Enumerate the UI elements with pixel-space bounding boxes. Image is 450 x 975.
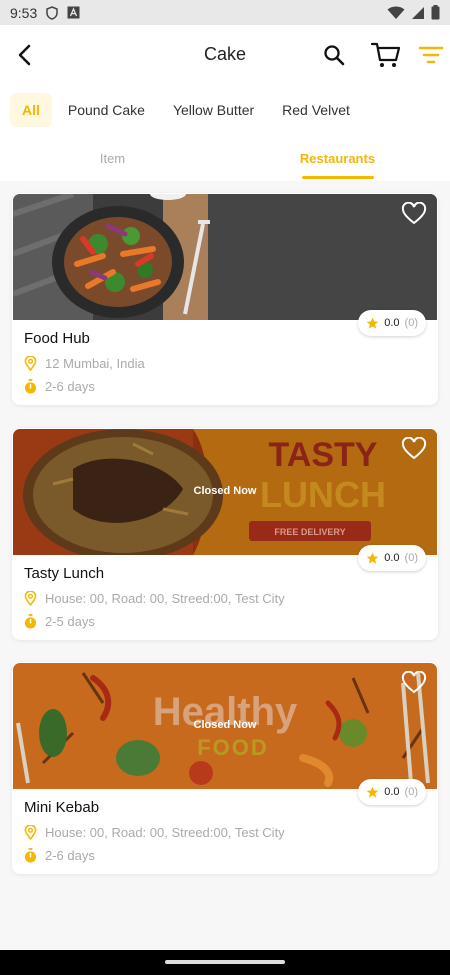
cart-button[interactable] bbox=[370, 39, 402, 71]
star-icon bbox=[366, 552, 379, 564]
chip-red-velvet[interactable]: Red Velvet bbox=[270, 93, 362, 127]
shield-icon bbox=[46, 5, 58, 20]
filter-icon bbox=[418, 46, 444, 64]
closed-status: Closed Now bbox=[193, 485, 257, 497]
tab-restaurants[interactable]: Restaurants bbox=[225, 135, 450, 181]
heart-icon bbox=[401, 671, 427, 694]
back-button[interactable] bbox=[12, 41, 40, 69]
rating-count: (0) bbox=[404, 786, 418, 798]
restaurant-card[interactable]: 0.0 (0) Food Hub 12 Mumbai, India 2-6 da… bbox=[12, 193, 438, 405]
chip-pound-cake[interactable]: Pound Cake bbox=[56, 93, 157, 127]
tab-bar: Item Restaurants bbox=[0, 135, 450, 181]
search-button[interactable] bbox=[320, 41, 348, 69]
home-handle[interactable] bbox=[165, 960, 285, 964]
location-pin-icon bbox=[24, 591, 37, 606]
delivery-time-text: 2-6 days bbox=[45, 848, 95, 863]
font-icon bbox=[67, 6, 80, 19]
closed-status: Closed Now bbox=[193, 719, 257, 731]
restaurant-address: 12 Mumbai, India bbox=[24, 356, 145, 371]
chip-yellow-butter[interactable]: Yellow Butter bbox=[161, 93, 266, 127]
rating-badge: 0.0 (0) bbox=[358, 779, 426, 805]
timer-icon bbox=[24, 848, 37, 863]
battery-icon bbox=[431, 5, 440, 20]
star-icon bbox=[366, 317, 379, 329]
delivery-time-text: 2-5 days bbox=[45, 614, 95, 629]
rating-value: 0.0 bbox=[384, 786, 400, 798]
favorite-button[interactable] bbox=[401, 437, 427, 461]
timer-icon bbox=[24, 379, 37, 394]
rating-value: 0.0 bbox=[384, 552, 400, 564]
restaurant-card[interactable]: Healthy FOOD Closed Now 0.0 (0) Mini Keb… bbox=[12, 662, 438, 874]
restaurant-name: Tasty Lunch bbox=[24, 565, 105, 582]
status-bar: 9:53 bbox=[0, 0, 450, 25]
system-nav-bar bbox=[0, 950, 450, 975]
location-pin-icon bbox=[24, 825, 37, 840]
search-icon bbox=[324, 45, 345, 66]
category-chips: All Pound Cake Yellow Butter Red Velvet bbox=[0, 85, 450, 135]
delivery-time-text: 2-6 days bbox=[45, 379, 95, 394]
favorite-button[interactable] bbox=[401, 202, 427, 226]
rating-count: (0) bbox=[404, 552, 418, 564]
banner-title: FOOD bbox=[197, 735, 269, 760]
restaurant-address: House: 00, Road: 00, Streed:00, Test Cit… bbox=[24, 825, 285, 840]
timer-icon bbox=[24, 614, 37, 629]
star-icon bbox=[366, 786, 379, 798]
filter-button[interactable] bbox=[418, 43, 444, 67]
address-text: 12 Mumbai, India bbox=[45, 356, 145, 371]
restaurant-delivery-time: 2-6 days bbox=[24, 379, 95, 394]
chip-all[interactable]: All bbox=[10, 93, 52, 127]
banner-title: TASTY bbox=[269, 436, 378, 474]
restaurant-delivery-time: 2-6 days bbox=[24, 848, 95, 863]
restaurant-card[interactable]: TASTY LUNCH FREE DELIVERY Closed Now 0.0… bbox=[12, 428, 438, 640]
rating-count: (0) bbox=[404, 317, 418, 329]
restaurant-image: TASTY LUNCH FREE DELIVERY Closed Now bbox=[13, 429, 437, 555]
address-text: House: 00, Road: 00, Streed:00, Test Cit… bbox=[45, 825, 285, 840]
restaurant-image bbox=[13, 194, 437, 320]
rating-badge: 0.0 (0) bbox=[358, 545, 426, 571]
rating-value: 0.0 bbox=[384, 317, 400, 329]
heart-icon bbox=[401, 202, 427, 225]
wifi-icon bbox=[387, 6, 405, 19]
location-pin-icon bbox=[24, 356, 37, 371]
rating-badge: 0.0 (0) bbox=[358, 310, 426, 336]
restaurant-address: House: 00, Road: 00, Streed:00, Test Cit… bbox=[24, 591, 285, 606]
heart-icon bbox=[401, 437, 427, 460]
restaurant-name: Mini Kebab bbox=[24, 799, 100, 816]
arrow-back-icon bbox=[18, 44, 31, 66]
restaurant-delivery-time: 2-5 days bbox=[24, 614, 95, 629]
restaurant-image: Healthy FOOD Closed Now bbox=[13, 663, 437, 789]
status-time: 9:53 bbox=[10, 4, 38, 21]
favorite-button[interactable] bbox=[401, 671, 427, 695]
restaurant-name: Food Hub bbox=[24, 330, 90, 347]
signal-icon bbox=[412, 6, 424, 19]
app-bar: Cake bbox=[0, 25, 450, 85]
tab-item[interactable]: Item bbox=[0, 135, 225, 181]
banner-tag: FREE DELIVERY bbox=[274, 527, 345, 537]
address-text: House: 00, Road: 00, Streed:00, Test Cit… bbox=[45, 591, 285, 606]
cart-icon bbox=[370, 42, 401, 67]
